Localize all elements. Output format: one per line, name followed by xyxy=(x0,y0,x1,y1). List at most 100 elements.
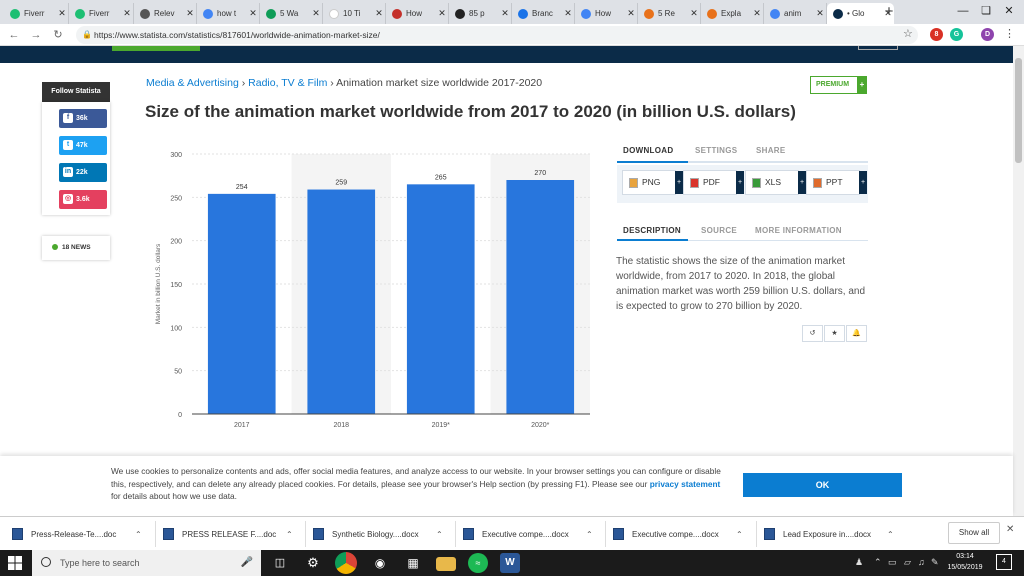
browser-tab[interactable]: Branc ✕ xyxy=(512,3,575,24)
network-icon[interactable]: ▱ xyxy=(904,557,911,568)
clock[interactable]: 03:14 15/05/2019 xyxy=(944,551,986,573)
chevron-up-icon[interactable]: ⌃ xyxy=(586,530,593,539)
menu-icon[interactable]: ⋮ xyxy=(1004,27,1015,40)
chrome-icon[interactable] xyxy=(335,552,357,574)
task-view-icon[interactable]: ◫ xyxy=(270,553,290,573)
tab-close-icon[interactable]: ✕ xyxy=(247,8,259,19)
social-twitter-button[interactable]: t 47k xyxy=(59,136,107,155)
tab-close-icon[interactable]: ✕ xyxy=(625,8,637,19)
forward-icon[interactable]: → xyxy=(28,27,44,43)
profile-avatar[interactable]: D xyxy=(981,28,994,41)
tab-close-icon[interactable]: ✕ xyxy=(751,8,763,19)
bookmark-star-icon[interactable]: ☆ xyxy=(903,27,913,40)
browser-tab[interactable]: Relev ✕ xyxy=(134,3,197,24)
download-pdf-button[interactable]: PDF + xyxy=(683,170,744,195)
steam-icon[interactable]: ◉ xyxy=(370,553,390,573)
show-all-button[interactable]: Show all xyxy=(948,522,1000,544)
tab-close-icon[interactable]: ✕ xyxy=(499,8,511,19)
privacy-statement-link[interactable]: privacy statement xyxy=(650,479,721,489)
settings-gear-icon[interactable]: ⚙ xyxy=(303,553,323,573)
tab-close-icon[interactable]: ✕ xyxy=(436,8,448,19)
grammarly-icon[interactable]: G xyxy=(950,28,963,41)
spotify-icon[interactable]: ≈ xyxy=(468,553,488,573)
url-input[interactable]: 🔒 https://www.statista.com/statistics/817… xyxy=(76,26,918,44)
tab-share[interactable]: SHARE xyxy=(756,146,786,155)
tab-close-icon[interactable]: ✕ xyxy=(310,8,322,19)
chevron-up-icon[interactable]: ⌃ xyxy=(436,530,443,539)
download-item[interactable]: Executive compe....docx ⌃ xyxy=(613,525,743,543)
navbar-button[interactable] xyxy=(858,46,898,50)
reset-icon[interactable]: ↺ xyxy=(802,325,823,342)
browser-tab[interactable]: Expla ✕ xyxy=(701,3,764,24)
navbar-green-button[interactable] xyxy=(112,46,200,51)
tab-close-icon[interactable]: ✕ xyxy=(562,8,574,19)
tab-download[interactable]: DOWNLOAD xyxy=(623,146,673,155)
tab-settings[interactable]: SETTINGS xyxy=(695,146,737,155)
browser-tab[interactable]: 5 Re ✕ xyxy=(638,3,701,24)
maximize-button[interactable]: ❏ xyxy=(975,2,997,20)
browser-tab[interactable]: anim ✕ xyxy=(764,3,827,24)
browser-tab[interactable]: Fiverr ✕ xyxy=(4,3,69,24)
windows-start-icon[interactable] xyxy=(8,556,22,570)
extension-icon[interactable]: 8 xyxy=(930,28,943,41)
browser-tab[interactable]: 5 Wa ✕ xyxy=(260,3,323,24)
download-item[interactable]: Press-Release-Te....doc ⌃ xyxy=(12,525,142,543)
chevron-up-icon[interactable]: ⌃ xyxy=(286,530,293,539)
download-png-button[interactable]: PNG + xyxy=(622,170,683,195)
file-explorer-icon[interactable] xyxy=(436,557,456,571)
chevron-up-icon[interactable]: ⌃ xyxy=(887,530,894,539)
browser-tab[interactable]: 85 p ✕ xyxy=(449,3,512,24)
microphone-icon[interactable]: 🎤 xyxy=(241,550,253,576)
taskbar-search-input[interactable]: Type here to search 🎤 xyxy=(32,550,261,576)
tab-close-icon[interactable]: ✕ xyxy=(814,8,826,19)
tab-close-icon[interactable]: ✕ xyxy=(121,8,133,19)
people-icon[interactable]: ♟ xyxy=(855,557,863,568)
tab-title: Fiverr xyxy=(89,9,110,18)
browser-tab[interactable]: 10 Ti ✕ xyxy=(323,3,386,24)
pen-icon[interactable]: ✎ xyxy=(931,557,939,568)
word-icon[interactable]: W xyxy=(500,553,520,573)
battery-icon[interactable]: ▭ xyxy=(888,557,897,568)
back-icon[interactable]: ← xyxy=(6,27,22,43)
tab-source[interactable]: SOURCE xyxy=(701,226,737,235)
notification-bell-icon[interactable]: 🔔 xyxy=(846,325,867,342)
notification-icon[interactable]: 4 xyxy=(996,554,1012,570)
tray-expand-icon[interactable]: ⌃ xyxy=(874,557,882,568)
tab-close-icon[interactable]: ✕ xyxy=(56,8,68,19)
social-linkedin-button[interactable]: in 22k xyxy=(59,163,107,182)
minimize-button[interactable]: — xyxy=(952,2,974,20)
favorite-icon[interactable]: ★ xyxy=(824,325,845,342)
social-instagram-button[interactable]: ◎ 3.6k xyxy=(59,190,107,209)
download-item[interactable]: PRESS RELEASE F....doc ⌃ xyxy=(163,525,293,543)
calculator-icon[interactable]: ▦ xyxy=(403,553,423,573)
reload-icon[interactable]: ↻ xyxy=(50,27,66,43)
tab-close-icon[interactable]: ✕ xyxy=(184,8,196,19)
browser-tab[interactable]: how t ✕ xyxy=(197,3,260,24)
download-ppt-button[interactable]: PPT + xyxy=(806,170,867,195)
volume-icon[interactable]: ♫ xyxy=(918,557,925,567)
new-tab-button[interactable]: + xyxy=(880,3,898,21)
chevron-up-icon[interactable]: ⌃ xyxy=(135,530,142,539)
breadcrumb-item-media[interactable]: Media & Advertising xyxy=(146,77,239,89)
download-xls-button[interactable]: XLS + xyxy=(745,170,806,195)
tab-more-information[interactable]: MORE INFORMATION xyxy=(755,226,842,235)
cookie-ok-button[interactable]: OK xyxy=(743,473,902,497)
tab-close-icon[interactable]: ✕ xyxy=(688,8,700,19)
tab-close-icon[interactable]: ✕ xyxy=(373,8,385,19)
browser-tab[interactable]: How ✕ xyxy=(575,3,638,24)
breadcrumb-item-radio[interactable]: Radio, TV & Film xyxy=(248,77,327,89)
chevron-up-icon[interactable]: ⌃ xyxy=(736,530,743,539)
browser-tab[interactable]: Fiverr ✕ xyxy=(69,3,134,24)
premium-badge[interactable]: PREMIUM + xyxy=(810,76,867,94)
news-badge[interactable]: 18 NEWS xyxy=(42,236,110,260)
download-item[interactable]: Executive compe....docx ⌃ xyxy=(463,525,593,543)
close-shelf-icon[interactable]: ✕ xyxy=(1006,524,1014,535)
browser-tab[interactable]: How ✕ xyxy=(386,3,449,24)
download-item[interactable]: Synthetic Biology....docx ⌃ xyxy=(313,525,443,543)
scrollbar-thumb[interactable] xyxy=(1015,58,1022,163)
tab-description[interactable]: DESCRIPTION xyxy=(623,226,681,235)
close-window-button[interactable]: ✕ xyxy=(998,2,1020,20)
download-item[interactable]: Lead Exposure in....docx ⌃ xyxy=(764,525,894,543)
social-facebook-button[interactable]: f 36k xyxy=(59,109,107,128)
y-tick-label: 250 xyxy=(170,195,182,202)
